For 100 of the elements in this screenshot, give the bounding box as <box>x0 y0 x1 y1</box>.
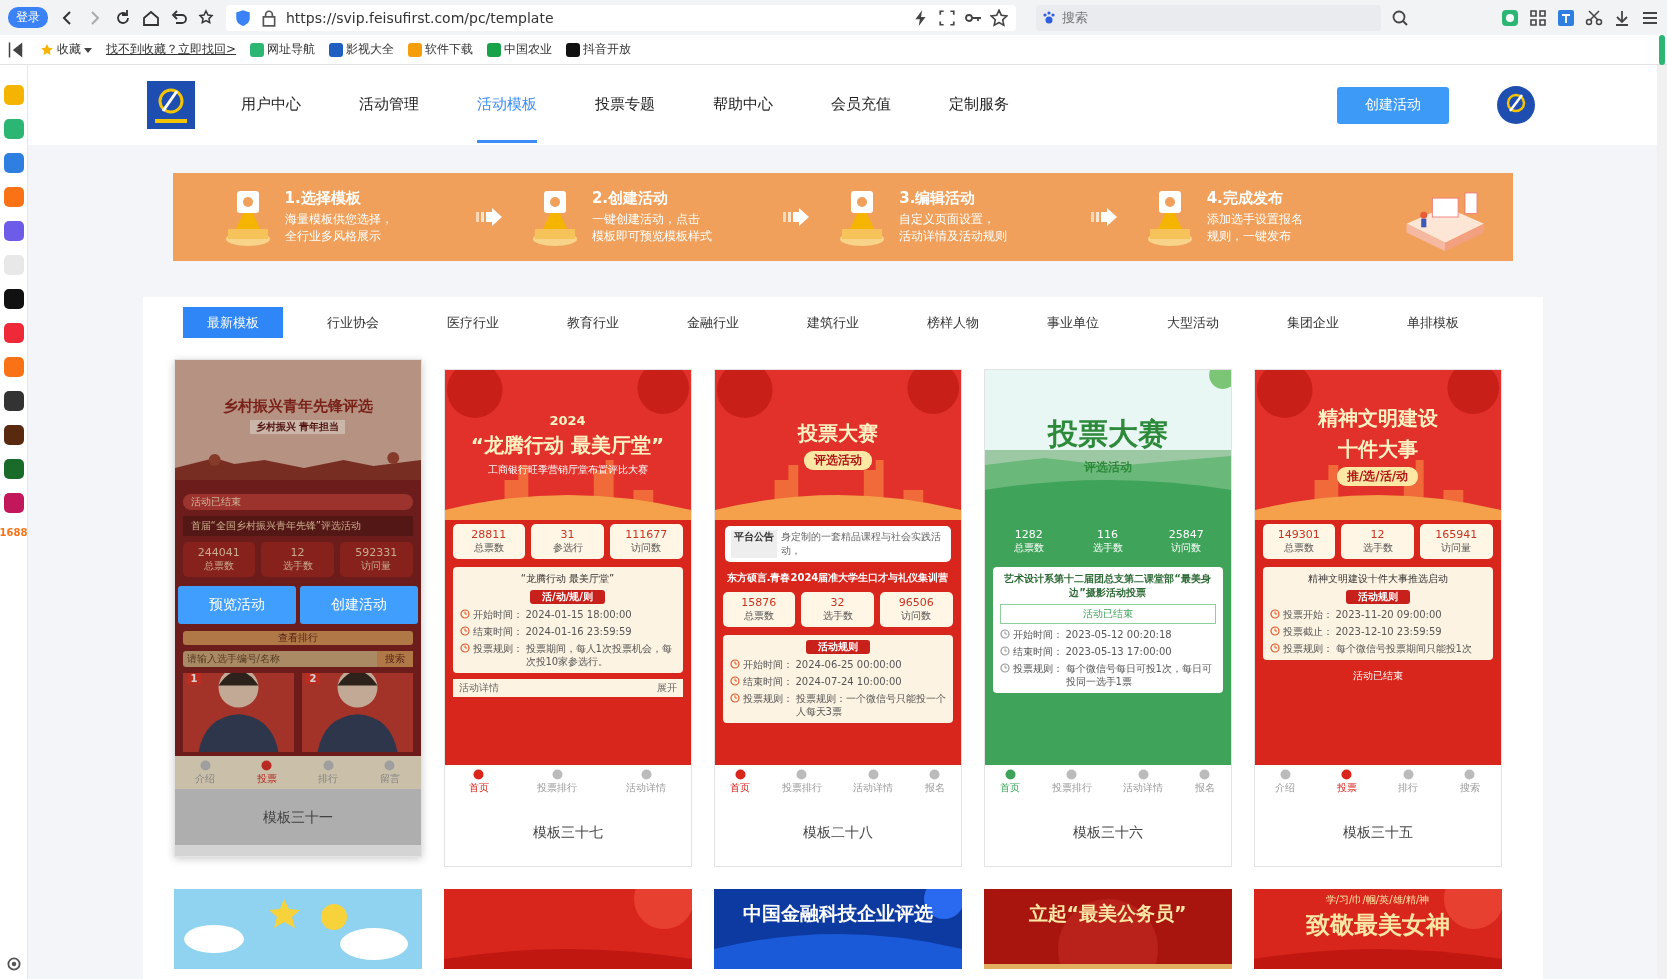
stat-label: 参选行 <box>551 541 584 555</box>
rule-label: 投票规则： <box>1012 662 1063 676</box>
category-tab[interactable]: 单排模板 <box>1382 307 1483 338</box>
translate-icon[interactable] <box>1557 8 1575 27</box>
address-bar[interactable]: https://svip.feisufirst.com/pc/template <box>226 4 1016 31</box>
login-button[interactable]: 登录 <box>8 7 48 28</box>
search-button: 搜索 <box>376 651 413 667</box>
scrollbar-thumb[interactable] <box>1659 35 1665 65</box>
stat-label: 访问数 <box>900 609 933 623</box>
ranking-button: 查看排行 <box>182 631 413 645</box>
status-label: 活动已结束 <box>1351 669 1404 683</box>
rule-value: 2023-11-20 09:00:00 <box>1335 608 1443 621</box>
tab-label: 活动详情 <box>853 781 894 795</box>
category-tab[interactable]: 医疗行业 <box>422 307 523 338</box>
screenshot-icon[interactable] <box>938 8 956 27</box>
category-tab[interactable]: 建筑行业 <box>782 307 883 338</box>
bookmark-label: 收藏 <box>57 41 81 58</box>
rule-label: 投票截止： <box>1282 625 1333 638</box>
stat-value: 1282 <box>1013 528 1044 541</box>
category-tab[interactable]: 最新模板 <box>182 307 283 338</box>
category-tab[interactable]: 集团企业 <box>1262 307 1363 338</box>
stat-value: 12 <box>289 546 306 559</box>
tab-label: 首页 <box>730 781 751 795</box>
notice-label: 平台公告 <box>730 530 777 558</box>
tab-label: 介绍 <box>195 772 216 786</box>
home-icon[interactable] <box>142 8 160 27</box>
bookmark[interactable]: 网址导航 <box>250 41 316 58</box>
nav-link[interactable]: 投票专题 <box>594 67 655 143</box>
bookmark[interactable]: 中国农业 <box>487 41 553 58</box>
rule-label: 结束时间： <box>1012 645 1063 658</box>
step-title: 2.创建活动 <box>591 189 669 208</box>
tab-label: 首页 <box>468 781 489 795</box>
reload-icon[interactable] <box>114 8 132 27</box>
tab-label: 报名 <box>924 781 945 795</box>
grid-icon[interactable] <box>1529 8 1547 27</box>
app-icon[interactable] <box>3 459 24 479</box>
rank-number: 1 <box>186 673 202 684</box>
logo[interactable] <box>146 81 195 129</box>
template-card[interactable]: 2024 “龙腾行动 最美厅堂” 工商银行旺季营销厅堂布置评比大赛 28811 总票数 31 参选行 111677 访问数 “龙腾行动 最美厅堂” 活/动/规/则 开始时间： 2024-01-15 18:00:00 结束时间： 2024-01-16 23:59:59 投票规则： 投票期间，每人1次投票机会，每次投10家参选行。 活动详情 展开 首页 投票排行 活动详情 模板三十七 <box>443 369 692 867</box>
category-tab[interactable]: 教育行业 <box>542 307 643 338</box>
arrow-icon <box>1090 208 1117 226</box>
star-icon[interactable] <box>990 8 1008 27</box>
stat-value: 165941 <box>1434 528 1479 541</box>
preview-subtitle: 工商银行旺季营销厅堂布置评比大赛 <box>487 463 648 477</box>
clock-icon <box>1269 609 1280 619</box>
section-title: 活动详情 <box>458 681 499 695</box>
stat-label: 访问量 <box>1440 541 1473 555</box>
search-icon[interactable] <box>1391 8 1409 27</box>
template-card[interactable]: 投票大赛 评选活动 平台公告 身定制的一套精品课程与社会实践活动， 东方硕言.青春2024届准大学生口才与礼仪集训营 15876 总票数 32 选手数 96506 访问数 活动规则 开始时间： 2024-06-25 00:00:00 结束时间： 2024-07-24 10:00:00 投票规则： 投票规则：一个微信号只能投一个人每天3票 首页 投票排行 活动详情 报名 模板二十八 <box>713 369 962 867</box>
bookmark-menu[interactable]: 收藏 <box>40 41 92 58</box>
extension-icon[interactable] <box>1501 8 1519 27</box>
undo-icon[interactable] <box>170 8 188 27</box>
bookmark[interactable]: 抖音开放 <box>566 41 632 58</box>
rule-value: 2024-01-16 23:59:59 <box>525 625 633 638</box>
category-tab[interactable]: 事业单位 <box>1022 307 1123 338</box>
nav-link[interactable]: 帮助中心 <box>712 67 773 143</box>
nav-link[interactable]: 用户中心 <box>240 67 301 143</box>
stat-label: 总票数 <box>202 559 235 573</box>
tab-label: 活动详情 <box>1123 781 1164 795</box>
shield-icon <box>234 8 252 27</box>
category-tab[interactable]: 行业协会 <box>302 307 403 338</box>
search-field[interactable]: 搜索 <box>1036 4 1381 31</box>
tab-label: 活动详情 <box>626 781 667 795</box>
template-card[interactable]: 精神文明建设 十件大事 推/选/活/动 149301 总票数 12 选手数 165941 访问量 精神文明建设十件大事推选启动 活动规则 投票开始： 2023-11-20 09:00:00 投票截止： 2023-12-10 23:59:59 投票规则： 每个微信号投票期间只能投1次 活动已结束 介绍 投票 排行 搜索 模板三十五 <box>1253 369 1502 867</box>
app-icon[interactable] <box>3 289 24 309</box>
tab-label: 搜索 <box>1459 781 1480 795</box>
recover-link[interactable]: 找不到收藏？立即找回> <box>106 41 237 58</box>
step-description: 自定义页面设置， <box>899 211 997 228</box>
nav-link[interactable]: 活动管理 <box>358 67 419 143</box>
category-tab[interactable]: 金融行业 <box>662 307 763 338</box>
clock-icon <box>999 629 1010 639</box>
clock-icon <box>999 646 1010 656</box>
template-card[interactable]: 投票大赛 评选活动 1282 总票数 116 选手数 25847 访问数 艺术设计系第十二届团总支第二课堂部“最美身边”摄影活动投票 活动已结束 开始时间： 2023-05-12 00:20:18 结束时间： 2023-05-13 17:00:00 投票规则： 每个微信号每日可投1次，每日可投同一选手1票 首页 投票排行 活动详情 报名 模板三十六 <box>983 369 1232 867</box>
caret-icon <box>84 45 92 54</box>
bookmark[interactable]: 影视大全 <box>329 41 395 58</box>
rule-value: 2024-01-15 18:00:00 <box>525 608 633 621</box>
bookmark[interactable]: 软件下载 <box>408 41 474 58</box>
scissors-icon[interactable] <box>1585 8 1603 27</box>
nav-link[interactable]: 活动模板 <box>476 67 537 143</box>
preview-title: 学/习/巾/帼/英/雄/精/神 <box>1325 893 1430 907</box>
stat-value: 116 <box>1096 528 1119 541</box>
nav-link[interactable]: 会员充值 <box>830 67 891 143</box>
download-icon[interactable] <box>1613 8 1631 27</box>
stat-value: 28811 <box>470 528 508 541</box>
rule-label: 开始时间： <box>472 608 523 621</box>
tab-label: 投票 <box>1336 781 1357 795</box>
category-tab[interactable]: 榜样人物 <box>902 307 1003 338</box>
avatar[interactable] <box>1496 86 1535 124</box>
expand-link: 展开 <box>656 681 677 695</box>
search-placeholder: 请输入选手编号/名称 <box>185 652 281 666</box>
star-list-icon[interactable] <box>198 8 216 27</box>
rules-title: 活/动/规/则 <box>530 590 605 604</box>
step-description: 海量模板供您选择， <box>284 211 393 228</box>
tab-label: 排行 <box>1398 781 1419 795</box>
stat-label: 访问数 <box>1170 541 1203 555</box>
nav-link[interactable]: 定制服务 <box>948 67 1009 143</box>
app-icon[interactable] <box>3 425 24 445</box>
preview-year: 2024 <box>549 413 586 428</box>
app-icon[interactable] <box>3 391 24 411</box>
category-tab[interactable]: 大型活动 <box>1142 307 1243 338</box>
